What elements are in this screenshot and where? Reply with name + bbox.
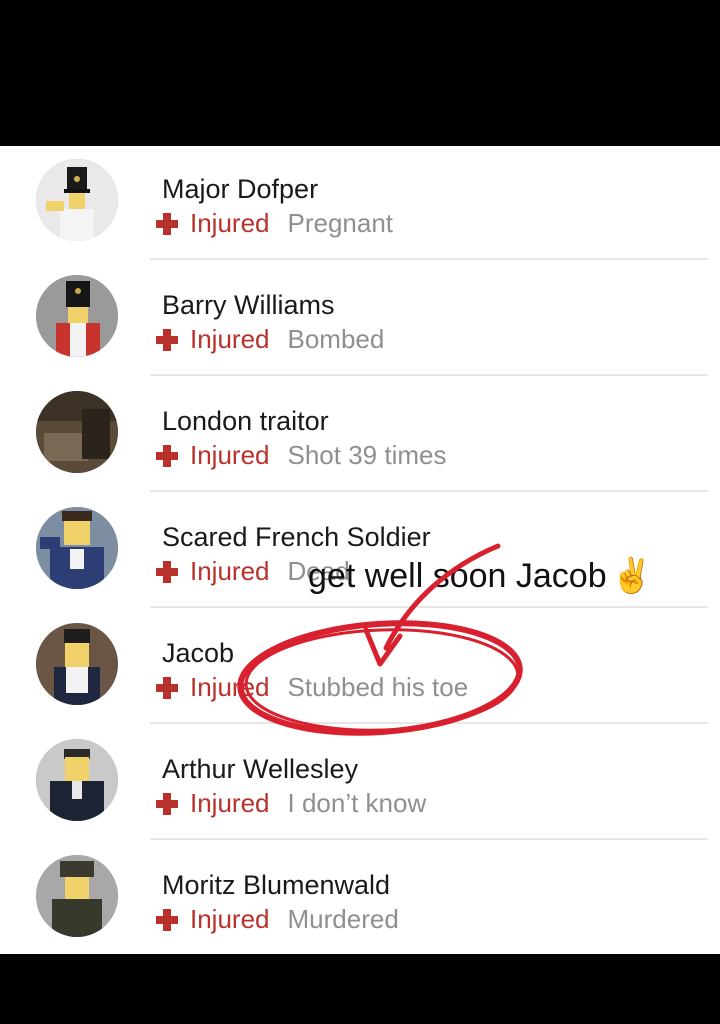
contact-name: Scared French Soldier bbox=[162, 522, 431, 552]
medical-cross-icon bbox=[156, 676, 178, 699]
contact-name: Major Dofper bbox=[162, 174, 319, 204]
divider bbox=[150, 374, 708, 376]
status-reason: Stubbed his toe bbox=[287, 672, 469, 702]
divider bbox=[150, 490, 708, 492]
medical-cross-icon bbox=[156, 908, 178, 931]
contact-name: London traitor bbox=[162, 406, 329, 436]
contact-name: Arthur Wellesley bbox=[162, 754, 359, 784]
avatar[interactable] bbox=[36, 159, 118, 241]
list-item[interactable]: Barry Williams Injured Bombed bbox=[0, 262, 720, 378]
divider bbox=[150, 838, 708, 840]
status-label: Injured bbox=[190, 556, 270, 586]
divider bbox=[150, 258, 708, 260]
medical-cross-icon bbox=[156, 560, 178, 583]
list-item[interactable]: Arthur Wellesley Injured I don’t know bbox=[0, 726, 720, 842]
status-reason: Shot 39 times bbox=[287, 440, 447, 470]
list-item[interactable]: London traitor Injured Shot 39 times bbox=[0, 378, 720, 494]
medical-cross-icon bbox=[156, 792, 178, 815]
list-item[interactable]: Moritz Blumenwald Injured Murdered bbox=[0, 842, 720, 954]
avatar[interactable] bbox=[36, 507, 118, 589]
divider bbox=[150, 722, 708, 724]
status-reason: I don’t know bbox=[287, 788, 427, 818]
avatar[interactable] bbox=[36, 855, 118, 937]
status-reason: Pregnant bbox=[287, 208, 394, 238]
contact-name: Jacob bbox=[162, 638, 235, 668]
status-label: Injured bbox=[190, 904, 270, 934]
medical-cross-icon bbox=[156, 328, 178, 351]
list-item[interactable]: Major Dofper Injured Pregnant bbox=[0, 146, 720, 262]
status-label: Injured bbox=[190, 324, 270, 354]
contact-name: Barry Williams bbox=[162, 290, 335, 320]
contact-list: Major Dofper Injured Pregnant Barry Will… bbox=[0, 146, 720, 954]
victory-hand-icon: ✌ bbox=[610, 557, 653, 595]
annotation-caption: get well soon Jacob ✌ bbox=[308, 556, 653, 596]
list-item[interactable]: Jacob Injured Stubbed his toe bbox=[0, 610, 720, 726]
avatar[interactable] bbox=[36, 275, 118, 357]
contact-name: Moritz Blumenwald bbox=[162, 870, 391, 900]
status-label: Injured bbox=[190, 788, 270, 818]
status-label: Injured bbox=[190, 672, 270, 702]
status-label: Injured bbox=[190, 208, 270, 238]
status-label: Injured bbox=[190, 440, 270, 470]
medical-cross-icon bbox=[156, 212, 178, 235]
status-reason: Bombed bbox=[287, 324, 385, 354]
avatar[interactable] bbox=[36, 391, 118, 473]
avatar[interactable] bbox=[36, 623, 118, 705]
medical-cross-icon bbox=[156, 444, 178, 467]
avatar[interactable] bbox=[36, 739, 118, 821]
annotation-text: get well soon Jacob bbox=[308, 557, 607, 595]
status-reason: Murdered bbox=[287, 904, 399, 934]
divider bbox=[150, 606, 708, 608]
